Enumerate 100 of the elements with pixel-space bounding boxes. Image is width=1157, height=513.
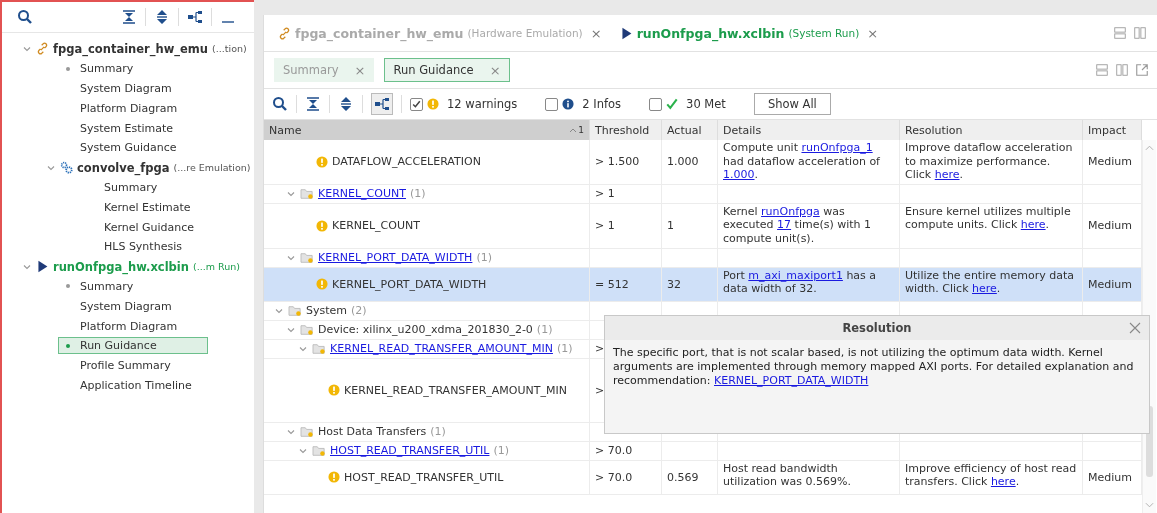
impact-value: Medium [1088,219,1132,233]
close-icon[interactable] [1129,322,1141,334]
table-row[interactable]: KERNEL_PORT_DATA_WIDTH (1) [264,248,1142,268]
resolution-link[interactable]: here [990,475,1016,489]
folder-icon [300,251,314,264]
group-count: (1) [430,425,446,439]
group-count: (2) [351,304,367,318]
table-row[interactable]: HOST_READ_TRANSFER_UTIL > 70.0 0.569 Host read bandwidth utilization was 0.569%. Improve efficiency of host read transfers. Click here. Medium [264,460,1142,495]
tooltip-link[interactable]: KERNEL_PORT_DATA_WIDTH [714,374,869,387]
search-icon[interactable] [272,96,288,112]
checkmark-icon [666,98,679,110]
rule-name: KERNEL_PORT_DATA_WIDTH [332,277,487,291]
split-horizontal-icon[interactable] [1113,26,1127,40]
expand-all-icon[interactable] [338,96,354,112]
details-link[interactable]: runOnfpga [761,204,820,218]
actual-value: 0.569 [667,470,699,484]
node-note: (...m Run) [192,261,240,273]
details-link[interactable]: m_axi_maxiport1 [748,268,843,282]
table-row[interactable]: KERNEL_COUNT > 1 1 Kernel runOnfpga was executed 17 time(s) with 1 compute unit(s). Ensure kernel utilizes multiple compute units. Click here. Medium [264,203,1142,249]
details-link[interactable]: 1.000 [723,168,755,182]
column-header[interactable]: Details [718,120,900,140]
tree-item[interactable]: System Estimate [58,119,183,137]
impact-value: Medium [1088,155,1132,169]
resolution-text: Utilize the entire memory data width. Click here. [905,268,1075,296]
threshold-value: > 1 [595,187,615,201]
table-row[interactable]: KERNEL_COUNT (1) > 1 [264,184,1142,204]
details-text: Kernel runOnfpga was executed 17 time(s) with 1 compute unit(s). [723,204,873,246]
group-link[interactable]: KERNEL_PORT_DATA_WIDTH [318,251,473,265]
hierarchy-icon[interactable] [187,9,203,25]
hierarchy-icon[interactable] [371,93,393,115]
column-header[interactable]: Resolution [900,120,1083,140]
resolution-link[interactable]: here [934,168,960,182]
tree-item[interactable]: HLS Synthesis [82,238,191,256]
details-link[interactable]: runOnfpga_1 [801,141,873,154]
warning-icon [427,98,439,110]
table-row[interactable]: KERNEL_PORT_DATA_WIDTH = 512 32 Port m_axi_maxiport1 has a data width of 32. Utilize the entire memory data width. Click here. Medium [264,267,1142,302]
group-link[interactable]: HOST_READ_TRANSFER_UTIL [330,444,490,458]
tree-node[interactable]: fpga_container_hw_emu [53,41,209,56]
tree-item[interactable]: Kernel Estimate [82,198,200,216]
link-icon [278,26,291,40]
resolution-text: Improve efficiency of host read transfers. Click here. [905,461,1077,489]
resolution-link[interactable]: here [1020,218,1046,232]
warning-icon [316,219,328,232]
group-link[interactable]: KERNEL_READ_TRANSFER_AMOUNT_MIN [330,342,553,356]
column-header[interactable]: Impact [1083,120,1142,140]
actual-value: 1.000 [667,155,699,169]
group-link[interactable]: KERNEL_COUNT [318,187,406,201]
tree-item[interactable]: Summary [58,277,143,295]
group-count: (1) [536,323,553,337]
search-icon[interactable] [17,9,33,25]
tree-item[interactable]: Kernel Guidance [82,218,204,236]
filter-label: 12 warnings [447,97,518,111]
threshold-value: > 1.500 [595,155,640,169]
resolution-link[interactable]: here [972,282,997,296]
details-text: Compute unit runOnfpga_1 had dataflow acceleration of 1.000. [723,141,881,182]
group-count: (1) [493,444,510,458]
show-all-button[interactable]: Show All [753,93,831,115]
threshold-value: > 70.0 [595,444,633,458]
filter-checkbox[interactable] [545,97,559,111]
column-header[interactable]: Actual [662,120,718,140]
rule-name: KERNEL_COUNT [332,219,420,233]
tree-item[interactable]: System Diagram [58,297,181,315]
threshold-value: = 512 [595,277,629,291]
table-row[interactable]: DATAFLOW_ACCELERATION > 1.500 1.000 Compute unit runOnfpga_1 had dataflow acceleration of 1.000. Improve dataflow acceleration to maximize performance. Click here. Medium [264,140,1142,185]
rule-name: DATAFLOW_ACCELERATION [332,155,481,169]
expand-all-icon[interactable] [154,9,170,25]
tree-item[interactable]: System Diagram [58,80,181,97]
tree-item[interactable]: Summary [82,178,167,196]
editor-tab[interactable]: runOnfpga_hw.xclbin (System Run) × [619,25,879,41]
tree-item[interactable]: Profile Summary [58,357,180,375]
tree-item[interactable]: Platform Diagram [58,317,187,335]
report-tab[interactable]: Run Guidance × [384,58,510,82]
threshold-value: > [595,383,605,397]
split-horizontal-icon[interactable] [1095,63,1109,77]
link-icon [36,42,49,56]
group-count: (1) [476,251,492,265]
tree-node[interactable]: convolve_fpga [77,160,170,175]
warning-icon [328,471,340,484]
filter-checkbox[interactable] [649,97,663,111]
scroll-down-icon[interactable] [1145,502,1154,508]
column-header[interactable]: Threshold [590,120,662,140]
filter-checkbox[interactable] [410,97,423,111]
scroll-up-icon[interactable] [1145,145,1154,151]
collapse-all-icon[interactable] [121,9,137,25]
tree-node[interactable]: runOnfpga_hw.xclbin [53,259,189,274]
split-vertical-icon[interactable] [1133,26,1147,40]
rule-name: HOST_READ_TRANSFER_UTIL [344,470,504,484]
column-header[interactable]: Name 1 [264,120,590,140]
pop-out-icon[interactable] [1135,63,1149,77]
details-link[interactable]: 17 [777,218,792,232]
editor-tab[interactable]: fpga_container_hw_emu (Hardware Emulation) × [278,25,602,41]
split-vertical-icon[interactable] [1115,63,1129,77]
tree-item[interactable]: System Guidance [58,139,186,157]
tree-item[interactable]: Run Guidance [58,337,208,355]
play-icon [619,26,633,40]
table-row[interactable]: HOST_READ_TRANSFER_UTIL (1) > 70.0 [264,441,1142,461]
tree-item[interactable]: Application Timeline [58,376,201,394]
tree-item[interactable]: Platform Diagram [58,99,187,117]
collapse-all-icon[interactable] [305,96,321,112]
tree-item[interactable]: Summary [58,60,143,78]
